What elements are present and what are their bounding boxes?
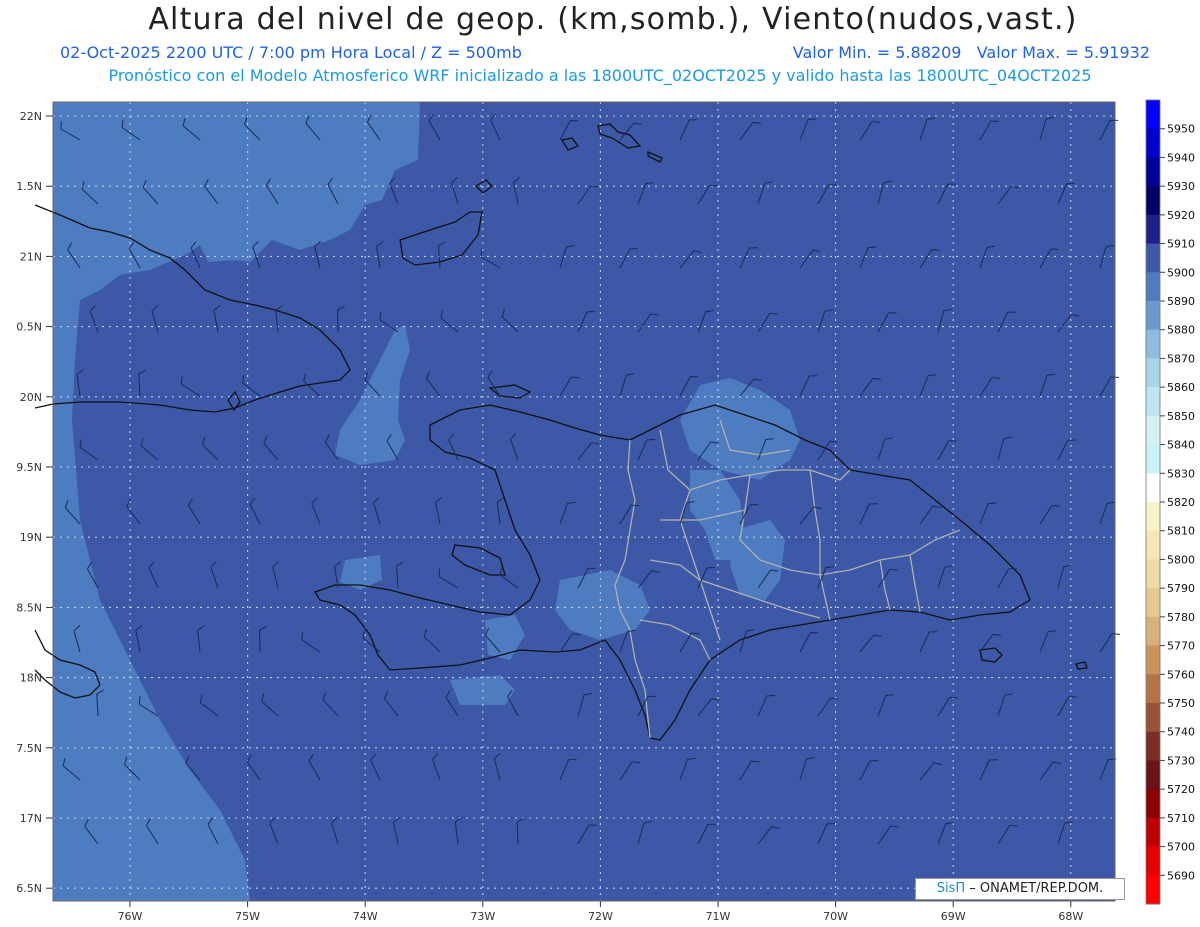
colorbar-swatch (1146, 214, 1160, 245)
colorbar-label: 5720 (1167, 783, 1195, 796)
colorbar-swatch (1146, 415, 1160, 446)
colorbar-label: 5930 (1167, 180, 1195, 193)
colorbar-swatch (1146, 703, 1160, 733)
lat-label: 9.5N (16, 461, 42, 474)
credit-text: – ONAMET/REP.DOM. (965, 881, 1104, 896)
colorbar-swatch (1146, 760, 1160, 790)
colorbar-swatch (1146, 645, 1160, 675)
colorbar-swatch (1146, 674, 1160, 704)
colorbar-label: 5830 (1167, 467, 1195, 480)
lat-label: 21N (20, 250, 42, 263)
lon-label: 69W (941, 910, 966, 923)
lat-label: 18N (20, 672, 42, 685)
colorbar-label: 5800 (1167, 553, 1195, 566)
colorbar-label: 5750 (1167, 697, 1195, 710)
lat-label: 0.5N (16, 321, 42, 334)
colorbar-swatch (1146, 559, 1160, 589)
colorbar-swatch (1146, 272, 1160, 302)
lat-label: 7.5N (16, 742, 42, 755)
lat-label: 17N (20, 812, 42, 825)
colorbar-label: 5840 (1167, 439, 1195, 452)
longitude-labels: 76W 75W 74W 73W 72W 71W 70W 69W 68W (118, 901, 1083, 923)
colorbar-swatch (1146, 875, 1160, 905)
colorbar-label: 5700 (1167, 841, 1195, 854)
colorbar-label: 5740 (1167, 726, 1195, 739)
colorbar-label: 5790 (1167, 582, 1195, 595)
colorbar-swatch (1146, 530, 1160, 560)
colorbar-swatch (1146, 588, 1160, 618)
colorbar-swatch (1146, 301, 1160, 331)
lon-label: 73W (470, 910, 495, 923)
lon-label: 68W (1058, 910, 1083, 923)
colorbar-label: 5900 (1167, 266, 1195, 279)
lon-label: 72W (588, 910, 613, 923)
colorbar-label: 5770 (1167, 640, 1195, 653)
lat-label: 20N (20, 391, 42, 404)
latitude-labels: 22N 1.5N 21N 0.5N 20N 9.5N 19N 8.5N 18N 7.5N 17N 6.… (16, 110, 53, 895)
lat-label: 6.5N (16, 882, 42, 895)
colorbar-label: 5950 (1167, 123, 1195, 136)
lat-label: 19N (20, 531, 42, 544)
colorbar-label: 5850 (1167, 410, 1195, 423)
colorbar-label: 5890 (1167, 295, 1195, 308)
colorbar-label: 5710 (1167, 812, 1195, 825)
colorbar-label: 5870 (1167, 352, 1195, 365)
colorbar-swatch (1146, 502, 1160, 532)
colorbar-swatch (1146, 444, 1160, 474)
colorbar-swatch (1146, 473, 1160, 503)
colorbar-label: 5920 (1167, 209, 1195, 222)
colorbar-label: 5810 (1167, 525, 1195, 538)
credit-box: SisΠ – ONAMET/REP.DOM. (915, 878, 1125, 900)
colorbar-label: 5940 (1167, 151, 1195, 164)
colorbar-label: 5910 (1167, 238, 1195, 251)
colorbar: 5950 5940 5930 5920 5910 5900 5890 5880 5870 5860… (1145, 99, 1195, 905)
lat-label: 1.5N (16, 180, 42, 193)
colorbar-swatch (1146, 846, 1160, 876)
credit-brand: SisΠ (936, 881, 966, 896)
colorbar-swatch (1146, 789, 1160, 819)
colorbar-swatch (1146, 100, 1160, 130)
colorbar-swatch (1146, 817, 1160, 848)
colorbar-swatch (1146, 387, 1160, 417)
colorbar-label: 5820 (1167, 496, 1195, 509)
colorbar-swatch (1146, 358, 1160, 388)
colorbar-label: 5880 (1167, 324, 1195, 337)
colorbar-swatch (1146, 616, 1160, 647)
colorbar-label: 5860 (1167, 381, 1195, 394)
colorbar-label: 5780 (1167, 611, 1195, 624)
colorbar-swatch (1146, 329, 1160, 359)
lat-label: 8.5N (16, 601, 42, 614)
lon-label: 71W (706, 910, 731, 923)
colorbar-label: 5730 (1167, 754, 1195, 767)
colorbar-swatch (1146, 731, 1160, 761)
lon-label: 76W (118, 910, 143, 923)
colorbar-label: 5690 (1167, 869, 1195, 882)
lon-label: 75W (235, 910, 260, 923)
colorbar-swatch (1146, 243, 1160, 273)
lon-label: 74W (353, 910, 378, 923)
colorbar-swatch (1146, 157, 1160, 187)
lon-label: 70W (823, 910, 848, 923)
geopotential-map: 22N 1.5N 21N 0.5N 20N 9.5N 19N 8.5N 18N 7.5N 17N 6.… (16, 99, 1195, 923)
lat-label: 22N (20, 110, 42, 123)
colorbar-swatch (1146, 128, 1160, 158)
colorbar-swatch (1146, 186, 1160, 216)
colorbar-label: 5760 (1167, 668, 1195, 681)
